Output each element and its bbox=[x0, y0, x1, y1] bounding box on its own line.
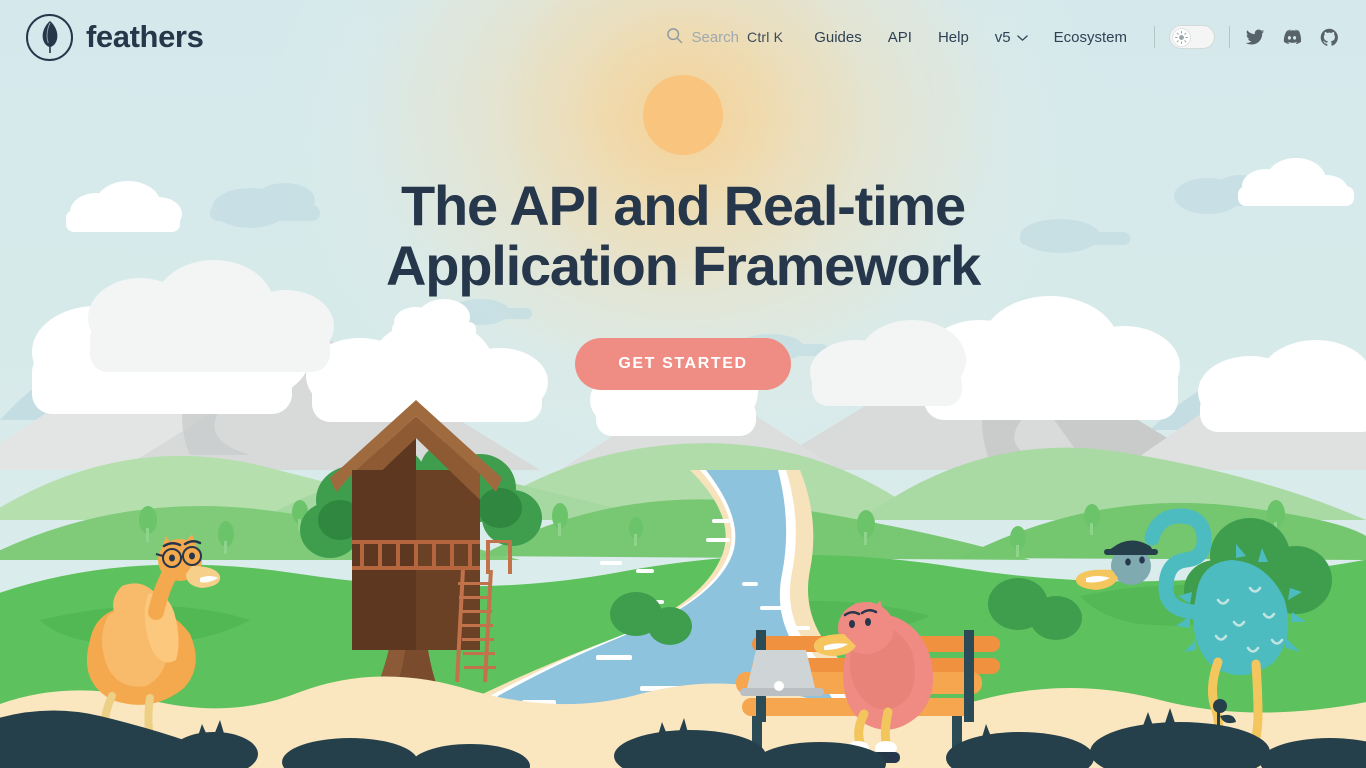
social-links bbox=[1244, 26, 1340, 48]
page-title: The API and Real-time Application Framew… bbox=[0, 174, 1366, 298]
page-root: feathers Search Ctrl K Guides API Help v… bbox=[0, 0, 1366, 768]
nav-divider-right bbox=[1229, 26, 1230, 48]
nav-link-help[interactable]: Help bbox=[925, 29, 982, 46]
search-placeholder: Search bbox=[691, 28, 740, 46]
theme-toggle[interactable] bbox=[1169, 25, 1215, 49]
site-header: feathers Search Ctrl K Guides API Help v… bbox=[0, 0, 1366, 74]
hero-section: The API and Real-time Application Framew… bbox=[0, 174, 1366, 390]
sun-icon bbox=[1172, 27, 1191, 47]
discord-icon[interactable] bbox=[1281, 26, 1303, 48]
version-label: v5 bbox=[994, 28, 1011, 46]
search-icon bbox=[666, 27, 683, 48]
search-button[interactable]: Search Ctrl K bbox=[666, 27, 783, 48]
main-nav: Search Ctrl K Guides API Help v5 Ecosyst… bbox=[666, 25, 1340, 49]
search-shortcut: Ctrl K bbox=[747, 29, 784, 45]
twitter-icon[interactable] bbox=[1244, 27, 1265, 48]
hero-title-line-1: The API and Real-time bbox=[401, 174, 966, 237]
nav-link-api[interactable]: API bbox=[875, 29, 925, 46]
hero-title-line-2: Application Framework bbox=[385, 234, 981, 298]
feather-quill-icon bbox=[26, 13, 73, 61]
brand-logo[interactable]: feathers bbox=[26, 13, 204, 61]
brand-name: feathers bbox=[86, 19, 204, 54]
nav-link-ecosystem[interactable]: Ecosystem bbox=[1041, 29, 1140, 46]
chevron-down-icon bbox=[1016, 29, 1028, 46]
github-icon[interactable] bbox=[1319, 27, 1340, 48]
get-started-button[interactable]: GET STARTED bbox=[575, 337, 791, 390]
version-dropdown[interactable]: v5 bbox=[982, 29, 1041, 46]
nav-divider-left bbox=[1154, 26, 1155, 48]
nav-link-guides[interactable]: Guides bbox=[801, 29, 875, 46]
